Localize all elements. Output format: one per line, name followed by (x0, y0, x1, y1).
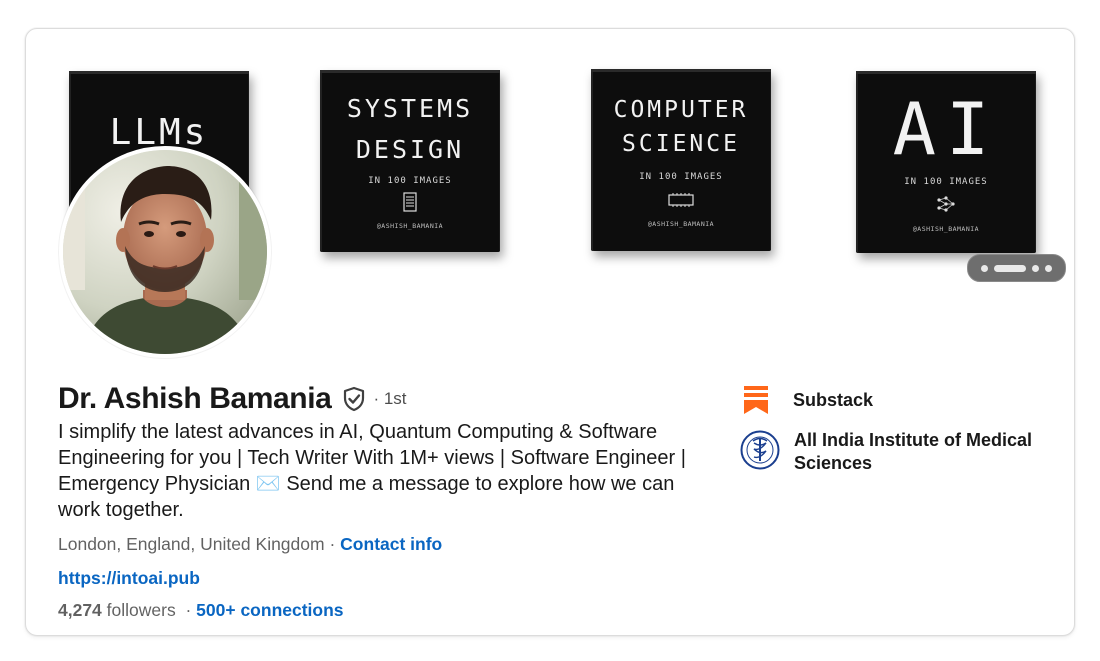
book-title-line: DESIGN (355, 135, 465, 164)
book-handle: @ASHISH_BAMANIA (647, 220, 715, 228)
carousel-indicator[interactable] (967, 254, 1066, 282)
stats-row: 4,274 followers · 500+ connections (58, 600, 344, 621)
verified-shield-icon[interactable] (341, 386, 367, 412)
profile-photo (63, 150, 267, 354)
carousel-dot-active[interactable] (994, 264, 1026, 272)
connection-degree: · 1st (373, 389, 407, 408)
book-title-line: SYSTEMS (346, 94, 474, 123)
location-row: London, England, United Kingdom · Contac… (58, 534, 442, 555)
contact-info-link[interactable]: Contact info (340, 534, 442, 554)
profile-headline: I simplify the latest advances in AI, Qu… (58, 421, 686, 521)
server-icon (320, 192, 500, 212)
connections-link[interactable]: 500+ connections (196, 600, 343, 620)
profile-location: London, England, United Kingdom (58, 534, 325, 554)
book-handle: @ASHISH_BAMANIA (376, 222, 444, 230)
book-cover-computer-science: COMPUTER SCIENCE IN 100 IMAGES @ASHISH_B… (591, 69, 771, 251)
book-subtitle: IN 100 IMAGES (639, 172, 723, 182)
book-cover-ai: AI IN 100 IMAGES @ASHISH_BAMANIA (856, 71, 1036, 253)
org-name: All India Institute of Medical Sciences (794, 430, 1033, 473)
book-handle: @ASHISH_BAMANIA (912, 225, 980, 233)
neural-network-icon (856, 195, 1036, 213)
book-cover-systems-design: SYSTEMS DESIGN IN 100 IMAGES @ASHISH_BAM… (320, 70, 500, 252)
followers-label: followers (106, 600, 176, 620)
org-name: Substack (793, 390, 874, 410)
name-row: Dr. Ashish Bamania · 1st (58, 382, 407, 416)
book-title-line: COMPUTER (613, 97, 749, 123)
avatar[interactable] (59, 146, 271, 358)
book-title-line: SCIENCE (622, 131, 740, 157)
separator: · (185, 600, 192, 620)
aiims-seal-icon (740, 430, 780, 470)
book-title-line: AI (892, 87, 1000, 171)
separator: · (329, 534, 336, 554)
book-subtitle: IN 100 IMAGES (368, 176, 452, 186)
org-substack[interactable]: Substack (744, 386, 873, 414)
profile-card: LLMs SYSTEMS DESIGN IN 100 IMAGES @ASHIS… (25, 28, 1075, 636)
org-aiims[interactable]: All India Institute of Medical Sciences (740, 430, 1054, 475)
website-row: https://intoai.pub (58, 568, 200, 589)
profile-name: Dr. Ashish Bamania (58, 382, 332, 415)
website-link[interactable]: https://intoai.pub (58, 568, 200, 588)
carousel-dot[interactable] (1045, 264, 1052, 272)
followers-count: 4,274 (58, 600, 102, 620)
book-subtitle: IN 100 IMAGES (904, 177, 988, 187)
chip-icon (591, 193, 771, 207)
carousel-dot[interactable] (1032, 264, 1039, 272)
carousel-dot[interactable] (981, 264, 988, 272)
substack-logo-icon (744, 386, 774, 414)
